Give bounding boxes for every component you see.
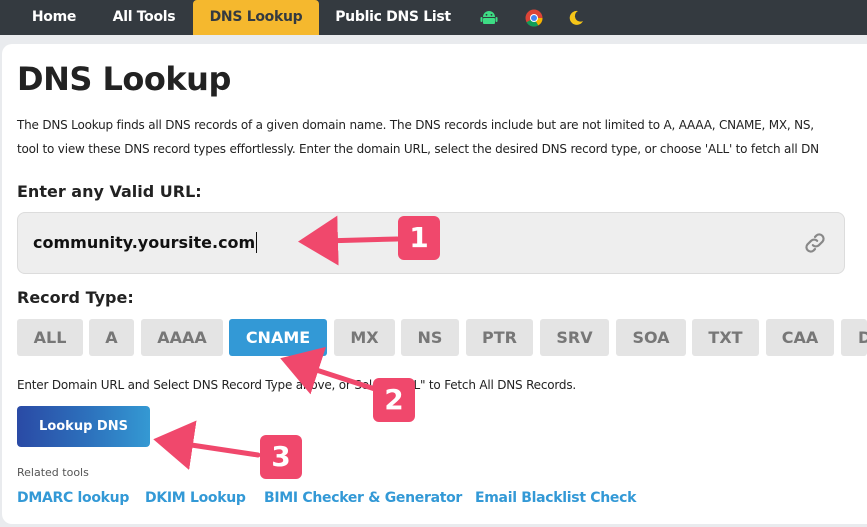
annotation-badge-3: 3 (260, 435, 302, 479)
annotation-badge-2: 2 (373, 378, 415, 422)
arrow-2 (280, 346, 381, 395)
annotation-arrows (153, 215, 400, 470)
arrow-3 (153, 420, 261, 470)
annotation-badge-1: 1 (398, 216, 440, 260)
arrow-1 (298, 215, 400, 266)
